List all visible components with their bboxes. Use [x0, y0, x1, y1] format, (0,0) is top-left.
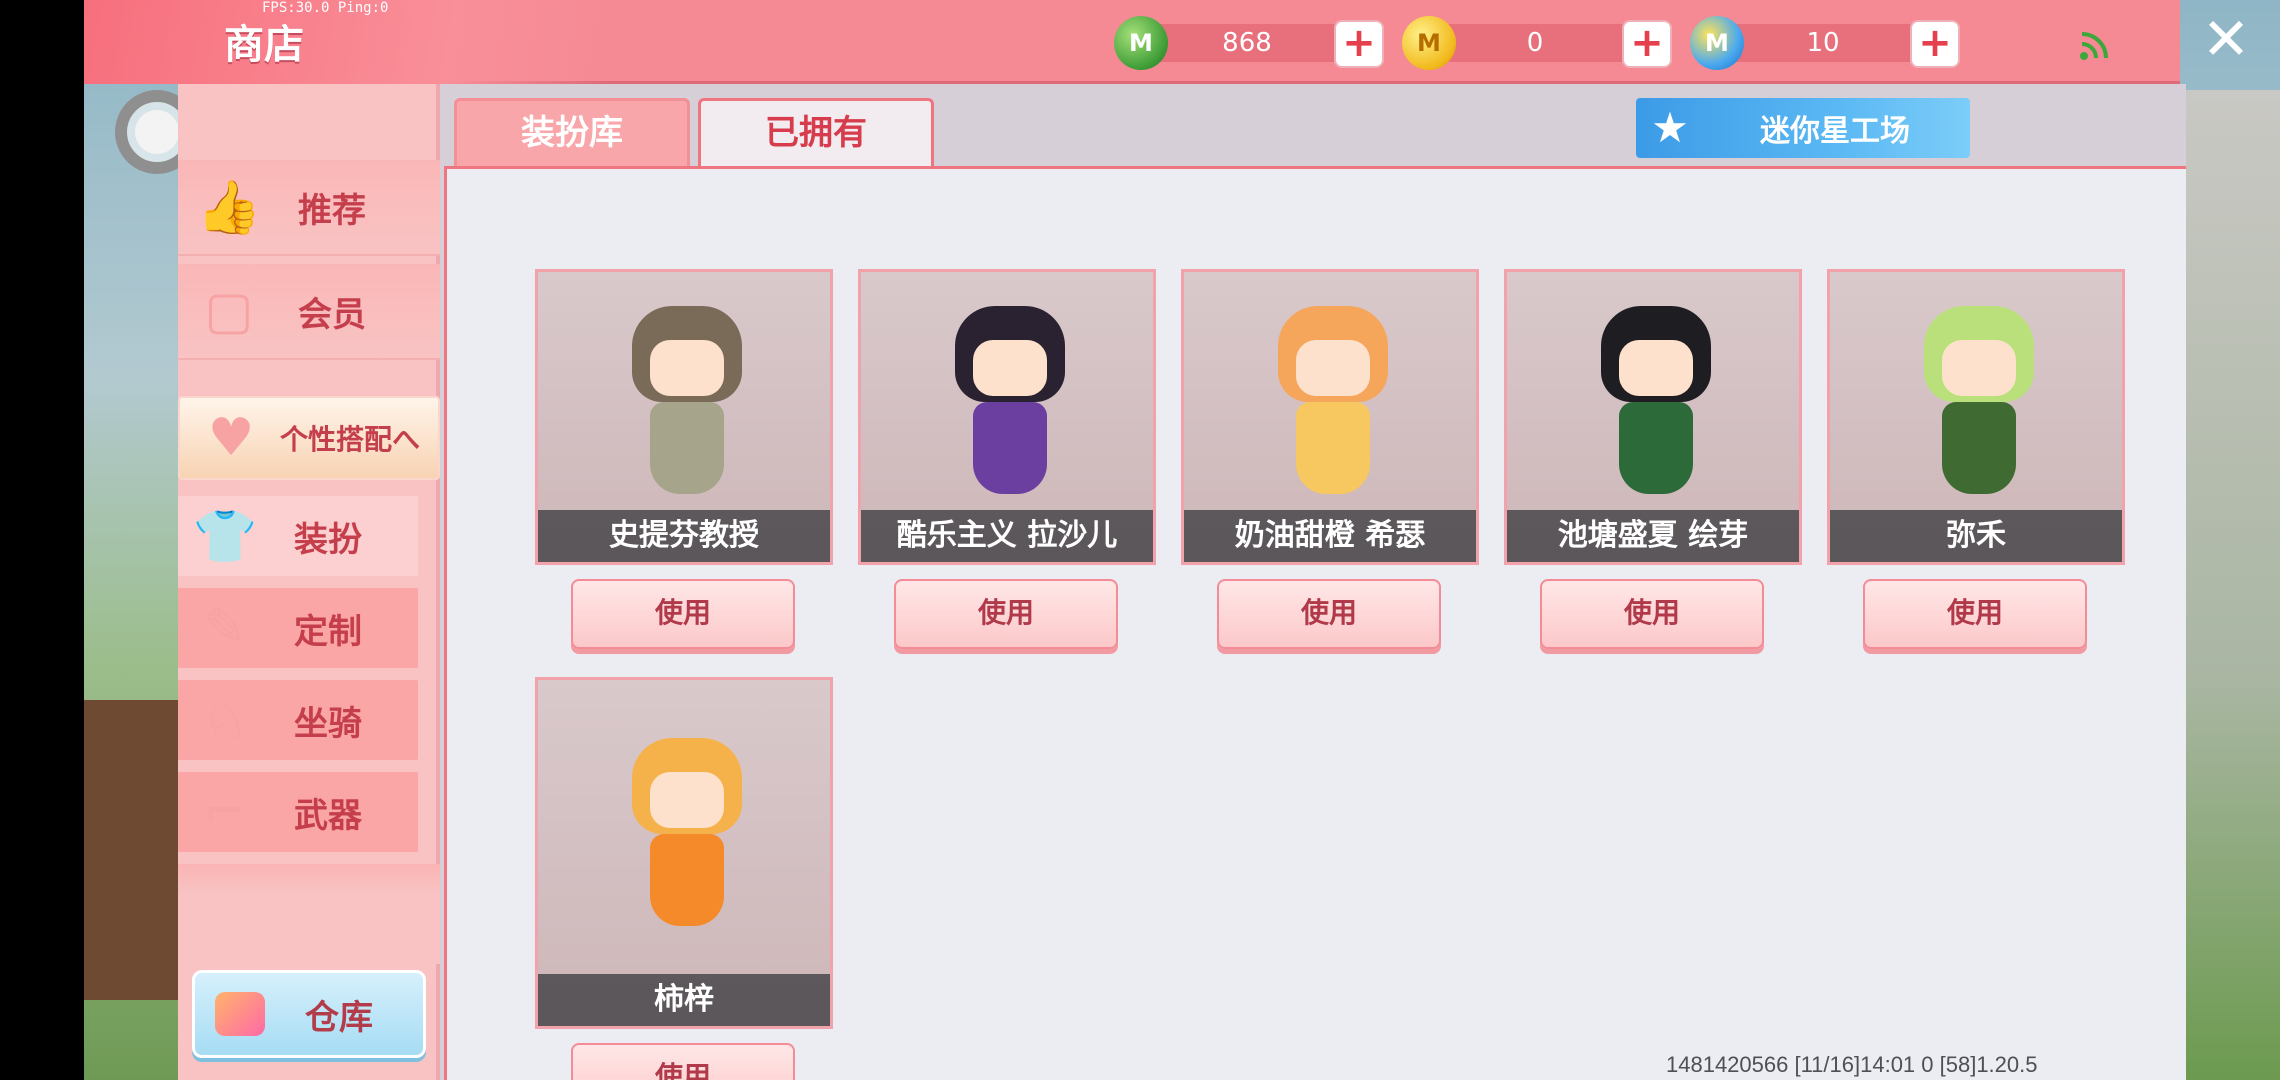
pencil-icon: ✎ — [203, 598, 247, 658]
use-button[interactable]: 使用 — [571, 1043, 795, 1080]
skin-name: 柿梓 — [538, 974, 830, 1026]
character-preview — [612, 724, 762, 944]
sidebar-item-label: 个性搭配へ — [280, 423, 421, 456]
use-button[interactable]: 使用 — [1540, 579, 1764, 649]
mini-studio-button[interactable]: ★ 迷你星工场 — [1636, 98, 1970, 158]
sidebar-item-recommend[interactable]: 👍 推荐 — [178, 160, 440, 256]
skin-card[interactable]: 酷乐主义 拉沙儿 — [858, 269, 1156, 565]
skin-name: 奶油甜橙 希瑟 — [1184, 510, 1476, 562]
sidebar-item-label: 坐骑 — [294, 703, 362, 744]
use-button[interactable]: 使用 — [1863, 579, 2087, 649]
sidebar-item-personal-style[interactable]: ♥ 个性搭配へ — [178, 396, 440, 480]
tab-outfit-library[interactable]: 装扮库 — [454, 98, 690, 168]
top-bar: FPS:30.0 Ping:0 商店 M 868 + M 0 + M 10 + … — [84, 0, 2250, 84]
mount-icon: ♘ — [201, 690, 249, 750]
gun-icon: ⌐ — [203, 782, 247, 842]
warehouse-label: 仓库 — [305, 997, 373, 1038]
sidebar-item-outfit[interactable]: 👕 装扮 — [178, 496, 418, 576]
shop-title-area: FPS:30.0 Ping:0 商店 — [84, 0, 604, 84]
use-button[interactable]: 使用 — [571, 579, 795, 649]
skin-name: 史提芬教授 — [538, 510, 830, 562]
sidebar-item-vip[interactable]: ▢ 会员 — [178, 264, 440, 360]
skin-name: 酷乐主义 拉沙儿 — [861, 510, 1153, 562]
sidebar-item-label: 装扮 — [294, 519, 362, 560]
character-preview — [1258, 292, 1408, 512]
build-info: 1481420566 [11/16]14:01 0 [58]1.20.5 — [1666, 1052, 2038, 1077]
warehouse-button[interactable]: 仓库 — [192, 970, 426, 1058]
vip-card-icon: ▢ — [204, 281, 254, 341]
skin-card[interactable]: 史提芬教授 — [535, 269, 833, 565]
owned-items-grid: 史提芬教授 使用 酷乐主义 拉沙儿 使用 奶油甜橙 希瑟 使用 池塘盛夏 绘芽 … — [444, 166, 2186, 1080]
mini-coin-amount: 0 — [1526, 28, 1544, 58]
star-coin-amount: 10 — [1806, 28, 1840, 58]
skin-card[interactable]: 弥禾 — [1827, 269, 2125, 565]
chest-icon — [215, 992, 265, 1036]
star-icon: ★ — [1651, 103, 1689, 152]
mini-bean-amount: 868 — [1222, 28, 1272, 58]
sidebar-item-label: 推荐 — [298, 190, 366, 231]
sidebar-item-mount[interactable]: ♘ 坐骑 — [178, 680, 418, 760]
main-panel: 装扮库 已拥有 ★ 迷你星工场 史提芬教授 使用 酷乐主义 拉沙儿 使用 奶油甜… — [440, 84, 2186, 1080]
character-preview — [1581, 292, 1731, 512]
thumbs-up-icon: 👍 — [196, 177, 262, 238]
page-title: 商店 — [224, 22, 304, 68]
tab-owned[interactable]: 已拥有 — [698, 98, 934, 168]
skin-card[interactable]: 奶油甜橙 希瑟 — [1181, 269, 1479, 565]
close-button[interactable]: ✕ — [2196, 10, 2256, 70]
sidebar-item-custom[interactable]: ✎ 定制 — [178, 588, 418, 668]
currency-mini-bean: M 868 + — [1114, 16, 1384, 70]
character-preview — [612, 292, 762, 512]
sidebar-item-label: 定制 — [294, 611, 362, 652]
sidebar-item-label: 武器 — [294, 795, 362, 836]
mini-studio-label: 迷你星工场 — [1760, 114, 1910, 149]
use-button[interactable]: 使用 — [1217, 579, 1441, 649]
sidebar: 👍 推荐 ▢ 会员 ♥ 个性搭配へ 👕 装扮 ✎ 定制 ♘ 坐骑 ⌐ 武器 仓库 — [178, 84, 440, 1080]
sidebar-scroll-fade — [178, 864, 440, 964]
skin-card[interactable]: 池塘盛夏 绘芽 — [1504, 269, 1802, 565]
sidebar-item-label: 会员 — [298, 294, 366, 335]
currency-mini-coin: M 0 + — [1402, 16, 1672, 70]
currency-star-coin: M 10 + — [1690, 16, 1960, 70]
add-star-coin-button[interactable]: + — [1910, 20, 1960, 68]
gift-icon: ♥ — [207, 408, 255, 468]
add-mini-coin-button[interactable]: + — [1622, 20, 1672, 68]
character-preview — [1904, 292, 2054, 512]
add-mini-bean-button[interactable]: + — [1334, 20, 1384, 68]
signal-icon — [2080, 32, 2108, 60]
shirt-icon: 👕 — [192, 506, 258, 567]
skin-card[interactable]: 柿梓 — [535, 677, 833, 1029]
character-preview — [935, 292, 1085, 512]
skin-name: 弥禾 — [1830, 510, 2122, 562]
skin-name: 池塘盛夏 绘芽 — [1507, 510, 1799, 562]
use-button[interactable]: 使用 — [894, 579, 1118, 649]
sidebar-item-weapon[interactable]: ⌐ 武器 — [178, 772, 418, 852]
